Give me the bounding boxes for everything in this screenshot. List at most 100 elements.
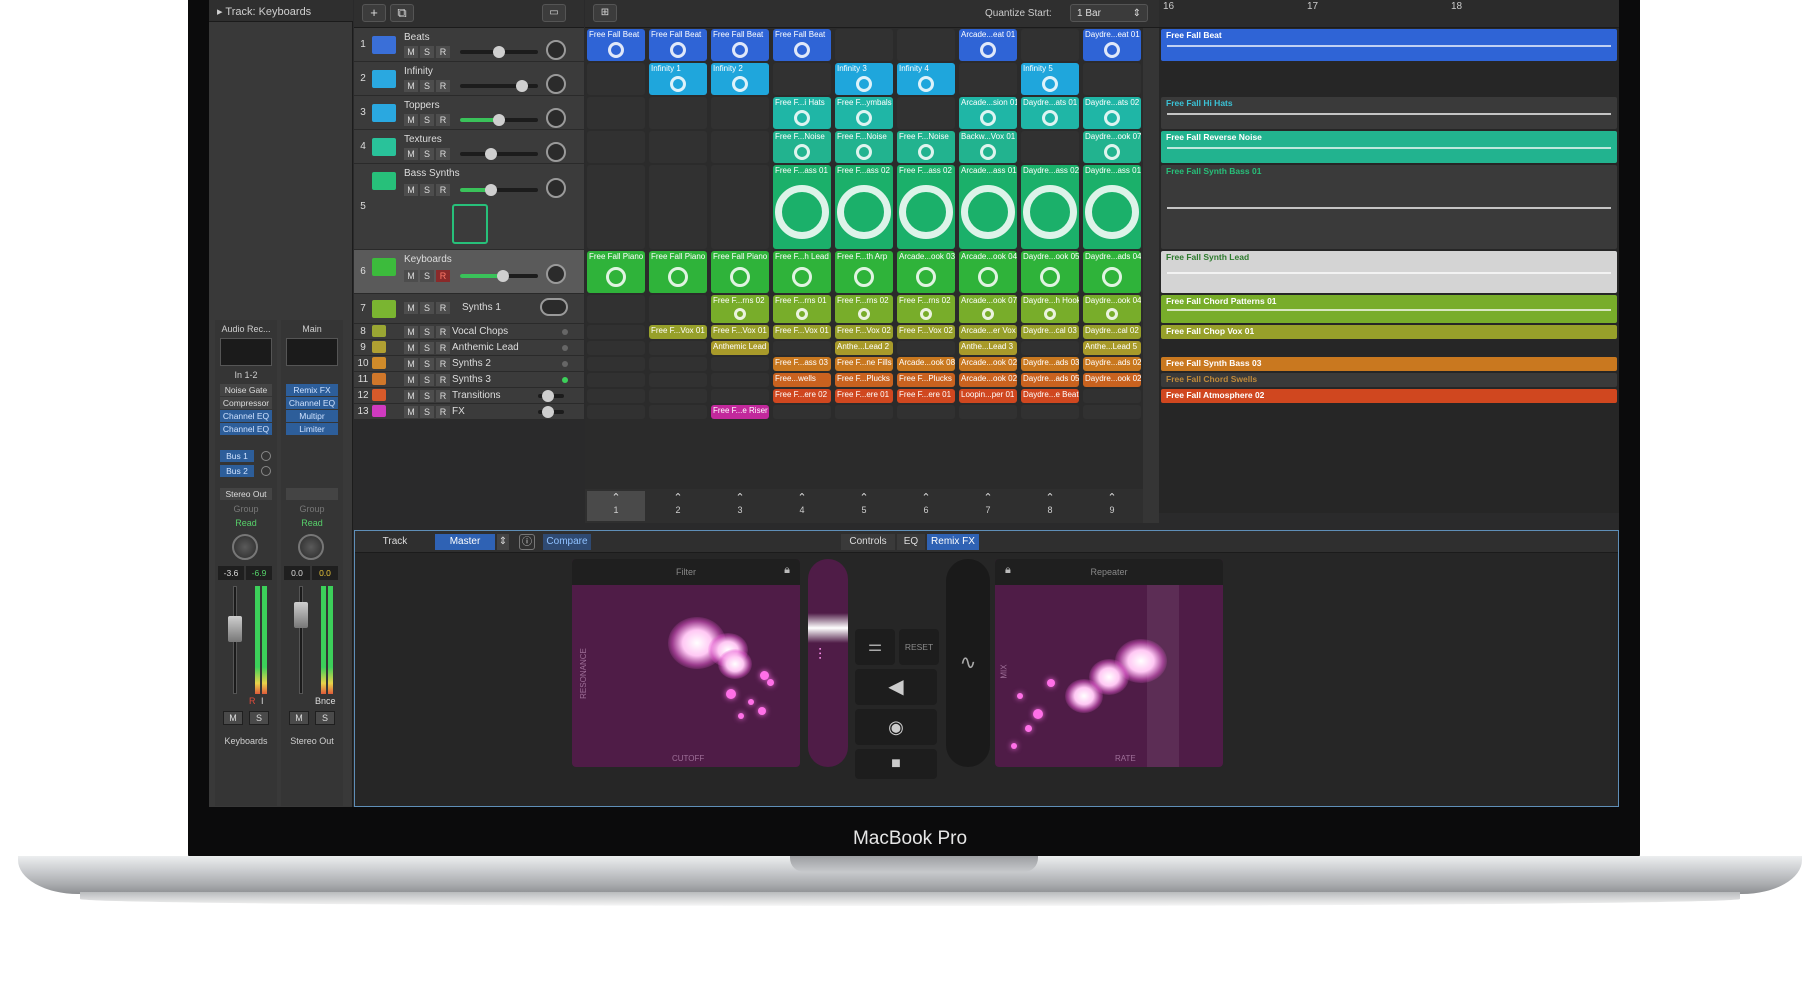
input-monitor-button[interactable]: I bbox=[261, 696, 264, 706]
loop-cell[interactable]: Daydre...ook 04 bbox=[1083, 295, 1141, 323]
empty-cell[interactable] bbox=[649, 165, 707, 249]
empty-cell[interactable] bbox=[649, 341, 707, 355]
track-header[interactable]: 11 M S R Synths 3 bbox=[354, 372, 584, 388]
solo-button[interactable]: S bbox=[420, 80, 434, 92]
empty-cell[interactable] bbox=[773, 341, 831, 355]
eq-thumbnail[interactable] bbox=[286, 338, 338, 366]
loop-cell[interactable]: Free Fall Beat bbox=[587, 29, 645, 61]
plugin-slot[interactable]: Channel EQ bbox=[220, 423, 272, 435]
loop-cell[interactable]: Free Fall Beat bbox=[711, 29, 769, 61]
loop-cell[interactable]: Free F...rns 02 bbox=[835, 295, 893, 323]
edit-icon[interactable]: ▭ bbox=[542, 4, 566, 22]
rec-button[interactable]: R bbox=[436, 46, 450, 58]
loop-cell[interactable]: Arcade...er Vox bbox=[959, 325, 1017, 339]
pan-knob[interactable] bbox=[232, 534, 258, 560]
reverse-icon[interactable]: ◀ bbox=[855, 669, 937, 705]
loop-cell[interactable]: Arcade...ook 08 bbox=[897, 357, 955, 371]
solo-button[interactable]: S bbox=[420, 270, 434, 282]
loop-cell[interactable]: Anthemic Lead bbox=[711, 341, 769, 355]
automation-mode[interactable]: Read bbox=[283, 518, 341, 528]
empty-cell[interactable] bbox=[649, 389, 707, 403]
repeater-pad[interactable]: Repeater 🔒︎ RATE MIX bbox=[995, 559, 1223, 767]
loop-cell[interactable]: Free F...ere 01 bbox=[835, 389, 893, 403]
tab-eq[interactable]: EQ bbox=[897, 534, 925, 550]
loop-cell[interactable]: Daydre...ats 02 bbox=[1083, 97, 1141, 129]
record-button[interactable]: R bbox=[249, 696, 256, 706]
filter-pad[interactable]: Filter 🔒︎ CUTOFF RESONANCE bbox=[572, 559, 800, 767]
mute-button[interactable]: M bbox=[404, 270, 418, 282]
track-header[interactable]: 5 Bass Synths M S R bbox=[354, 164, 584, 250]
loop-cell[interactable]: Loopin...per 01 bbox=[959, 389, 1017, 403]
loop-cell[interactable]: Free F...Vox 01 bbox=[711, 325, 769, 339]
loop-cell[interactable]: Free F...Vox 02 bbox=[835, 325, 893, 339]
solo-button[interactable]: S bbox=[420, 326, 434, 338]
timeline-region[interactable]: Free Fall Synth Lead bbox=[1161, 251, 1617, 293]
rec-button[interactable]: R bbox=[436, 342, 450, 354]
tab-controls[interactable]: Controls bbox=[841, 534, 895, 550]
mute-button[interactable]: M bbox=[404, 80, 418, 92]
volume-knob[interactable] bbox=[542, 406, 554, 418]
volume-pill[interactable] bbox=[540, 298, 568, 316]
track-header[interactable]: 13 M S R FX bbox=[354, 404, 584, 420]
loop-cell[interactable]: Free F...rns 01 bbox=[773, 295, 831, 323]
loop-cell[interactable]: Free Fall Beat bbox=[773, 29, 831, 61]
scratch-icon[interactable]: ◉ bbox=[855, 709, 937, 745]
volume-fader[interactable] bbox=[294, 602, 308, 628]
loop-cell[interactable]: Daydre...ass 02 bbox=[1021, 165, 1079, 249]
splitter[interactable] bbox=[1143, 28, 1159, 523]
rec-button[interactable]: R bbox=[436, 358, 450, 370]
pan-knob[interactable] bbox=[546, 142, 566, 162]
mute-button[interactable]: M bbox=[404, 342, 418, 354]
timeline-region[interactable]: Free Fall Beat bbox=[1161, 29, 1617, 61]
loop-cell[interactable]: Arcade...ass 01 bbox=[959, 165, 1017, 249]
lock-icon[interactable]: 🔒︎ bbox=[784, 564, 790, 577]
loop-cell[interactable]: Free F...rns 02 bbox=[711, 295, 769, 323]
timeline-region[interactable]: Free Fall Chord Patterns 01 bbox=[1161, 295, 1617, 323]
pan-knob[interactable] bbox=[546, 108, 566, 128]
loop-cell[interactable]: Free F...ne Fills bbox=[835, 357, 893, 371]
plugin-slot[interactable]: Multipr bbox=[286, 410, 338, 422]
mute-button[interactable]: M bbox=[404, 326, 418, 338]
plugin-slot[interactable]: Channel EQ bbox=[286, 397, 338, 409]
rec-button[interactable]: R bbox=[436, 390, 450, 402]
track-header[interactable]: 2 Infinity M S R bbox=[354, 62, 584, 96]
loop-cell[interactable]: Free F...e Riser bbox=[711, 405, 769, 419]
empty-cell[interactable] bbox=[711, 131, 769, 163]
volume-knob[interactable] bbox=[516, 80, 529, 92]
empty-cell[interactable] bbox=[587, 389, 645, 403]
mute-button[interactable]: M bbox=[404, 390, 418, 402]
empty-cell[interactable] bbox=[587, 405, 645, 419]
compare-button[interactable]: Compare bbox=[543, 534, 591, 550]
timeline-region[interactable]: Free Fall Atmosphere 02 bbox=[1161, 389, 1617, 403]
lock-icon[interactable]: 🔒︎ bbox=[1005, 564, 1011, 577]
volume-knob[interactable] bbox=[485, 184, 498, 196]
volume-fader[interactable] bbox=[228, 616, 242, 642]
rec-button[interactable]: R bbox=[436, 302, 450, 314]
empty-cell[interactable] bbox=[1021, 341, 1079, 355]
plugin-slot[interactable]: Compressor bbox=[220, 397, 272, 409]
mute-button[interactable]: M bbox=[404, 184, 418, 196]
mute-button[interactable]: M bbox=[404, 302, 418, 314]
empty-cell[interactable] bbox=[1021, 131, 1079, 163]
volume-slider[interactable] bbox=[460, 270, 538, 282]
loop-cell[interactable]: Daydre...ads 02 bbox=[1083, 357, 1141, 371]
empty-cell[interactable] bbox=[1021, 29, 1079, 61]
volume-slider[interactable] bbox=[460, 114, 538, 126]
loop-cell[interactable]: Daydre...ats 01 bbox=[1021, 97, 1079, 129]
mute-button[interactable]: M bbox=[404, 148, 418, 160]
loop-cell[interactable]: Free F...ass 01 bbox=[773, 165, 831, 249]
loop-cell[interactable]: Anthe...Lead 3 bbox=[959, 341, 1017, 355]
output-slot[interactable] bbox=[286, 488, 338, 500]
loop-cell[interactable]: Free F...Vox 01 bbox=[773, 325, 831, 339]
tab-remix-fx[interactable]: Remix FX bbox=[927, 534, 979, 550]
empty-cell[interactable] bbox=[773, 63, 831, 95]
track-options-icon[interactable]: ⧉ bbox=[390, 4, 414, 22]
empty-cell[interactable] bbox=[897, 405, 955, 419]
loop-cell[interactable]: Free F...Vox 02 bbox=[897, 325, 955, 339]
tab-track[interactable]: Track bbox=[365, 534, 425, 550]
pan-knob[interactable] bbox=[298, 534, 324, 560]
loop-cell[interactable]: Free F...ymbals bbox=[835, 97, 893, 129]
rec-button[interactable]: R bbox=[436, 184, 450, 196]
mute-button[interactable]: M bbox=[404, 46, 418, 58]
loop-cell[interactable]: Free Fall Beat bbox=[649, 29, 707, 61]
